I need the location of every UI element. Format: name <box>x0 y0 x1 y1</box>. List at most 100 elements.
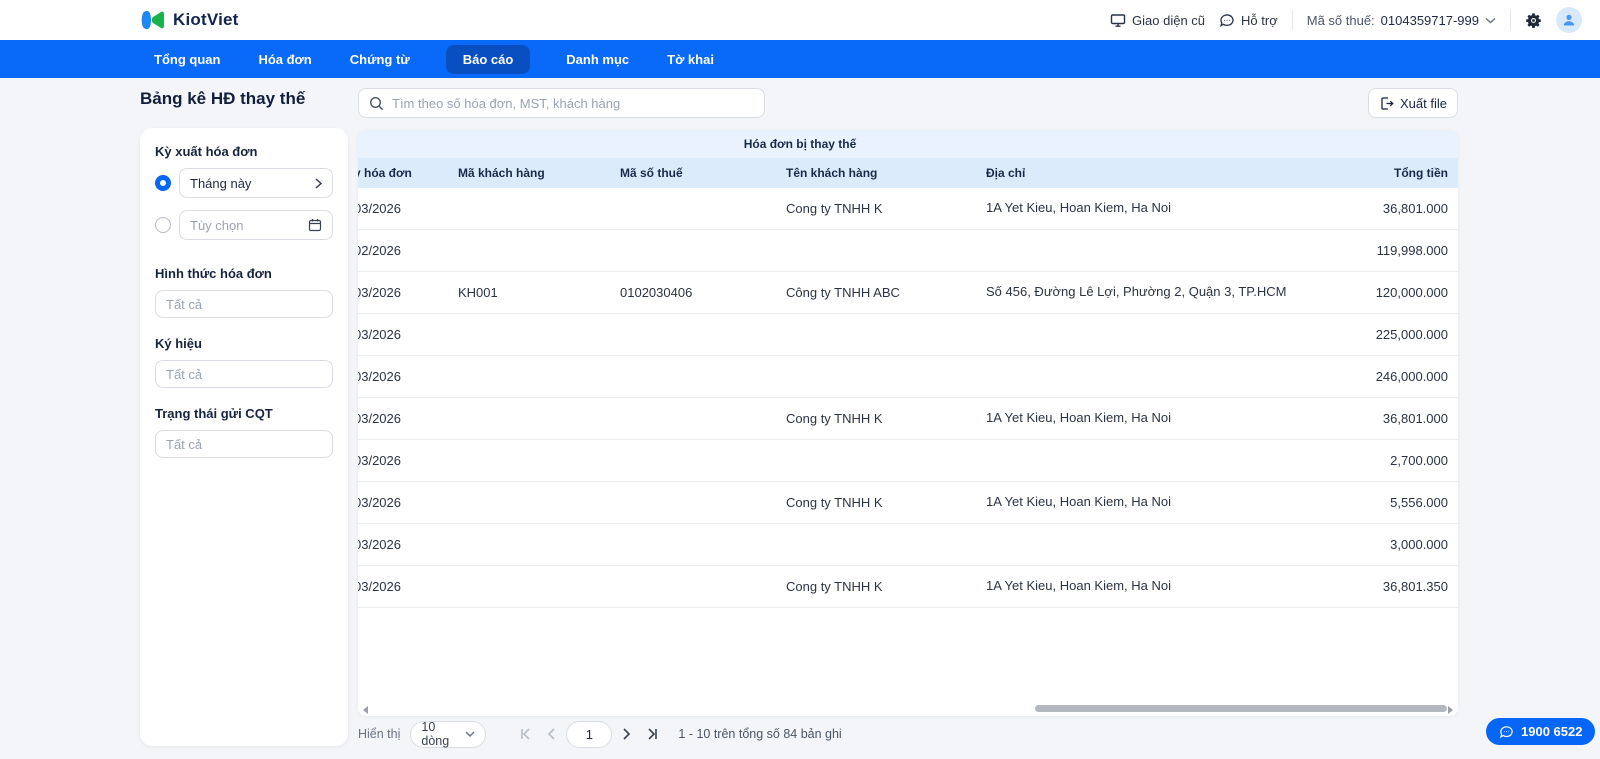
table-row[interactable]: 03/2026 Cong ty TNHH K 1A Yet Kieu, Hoan… <box>358 566 1458 608</box>
search-icon <box>369 96 384 111</box>
tab-tong-quan[interactable]: Tổng quan <box>152 45 222 74</box>
top-bar: KiotViet Giao diện cũ Hỗ trợ Mã số thuế:… <box>0 0 1600 40</box>
table-row[interactable]: 03/2026 225,000.000 <box>358 314 1458 356</box>
period-this-month-select[interactable]: Tháng này <box>179 168 333 198</box>
symbol-select[interactable]: Tất cả <box>155 360 333 388</box>
next-page-icon[interactable] <box>616 723 638 745</box>
page-number-input[interactable] <box>566 720 613 748</box>
export-icon <box>1379 96 1394 111</box>
period-custom-picker[interactable]: Tùy chọn <box>179 210 333 240</box>
table-group-header: Hóa đơn bị thay thế <box>358 130 1458 158</box>
tab-hoa-don[interactable]: Hóa đơn <box>256 45 313 74</box>
export-file-button[interactable]: Xuất file <box>1368 88 1458 118</box>
tab-chung-tu[interactable]: Chứng từ <box>348 45 412 74</box>
tab-danh-muc[interactable]: Danh mục <box>564 45 631 74</box>
settings-button[interactable] <box>1525 12 1542 29</box>
customer-name: Cong ty TNHH K <box>786 201 883 216</box>
total-amount: 119,998.000 <box>1376 243 1448 258</box>
address: Số 456, Đường Lê Lợi, Phường 2, Quận 3, … <box>986 284 1287 300</box>
cqt-status-select[interactable]: Tất cả <box>155 430 333 458</box>
brand-logo[interactable]: KiotViet <box>140 8 239 32</box>
table-row[interactable]: 03/2026 Cong ty TNHH K 1A Yet Kieu, Hoan… <box>358 398 1458 440</box>
address: 1A Yet Kieu, Hoan Kiem, Ha Noi <box>986 494 1172 510</box>
total-amount: 5,556.000 <box>1390 495 1448 510</box>
gear-icon <box>1525 12 1542 29</box>
table-row[interactable]: 03/2026 KH001 0102030406 Công ty TNHH AB… <box>358 272 1458 314</box>
table-row[interactable]: 03/2026 3,000.000 <box>358 524 1458 566</box>
scrollbar-thumb[interactable] <box>1035 705 1447 712</box>
last-page-icon[interactable] <box>642 723 664 745</box>
total-amount: 246,000.000 <box>1375 369 1448 384</box>
tax-code-value: 0104359717-999 <box>1380 12 1479 28</box>
chat-bubble-icon <box>1499 725 1514 739</box>
chat-bubble-icon <box>1219 13 1235 28</box>
symbol-filter-label: Ký hiệu <box>155 336 202 351</box>
first-page-icon[interactable] <box>514 723 536 745</box>
user-avatar[interactable] <box>1556 7 1582 33</box>
period-filter-label: Kỳ xuất hóa đơn <box>155 144 258 159</box>
hotline-number: 1900 6522 <box>1521 724 1583 739</box>
table-row[interactable]: 03/2026 Cong ty TNHH K 1A Yet Kieu, Hoan… <box>358 482 1458 524</box>
address: 1A Yet Kieu, Hoan Kiem, Ha Noi <box>986 578 1172 594</box>
chevron-right-icon <box>315 177 322 189</box>
hotline-chat-button[interactable]: 1900 6522 <box>1486 718 1596 745</box>
period-custom-radio[interactable] <box>155 217 171 233</box>
customer-name: Cong ty TNHH K <box>786 411 883 426</box>
scroll-left-arrow-icon[interactable] <box>363 706 368 714</box>
total-amount: 225,000.000 <box>1375 327 1448 342</box>
old-interface-label: Giao diện cũ <box>1132 12 1206 28</box>
tab-to-khai[interactable]: Tờ khai <box>665 45 716 74</box>
table-row[interactable]: 02/2026 119,998.000 <box>358 230 1458 272</box>
support-link[interactable]: Hỗ trợ <box>1219 13 1278 28</box>
table-row[interactable]: 03/2026 Cong ty TNHH K 1A Yet Kieu, Hoan… <box>358 188 1458 230</box>
group-header-label: Hóa đơn bị thay thế <box>743 137 857 151</box>
invoice-form-placeholder: Tất cả <box>166 296 203 312</box>
old-interface-link[interactable]: Giao diện cũ <box>1110 13 1205 28</box>
user-icon <box>1561 12 1577 28</box>
record-range-summary: 1 - 10 trên tổng số 84 bản ghi <box>678 727 842 741</box>
chevron-down-icon <box>465 731 475 737</box>
customer-name: Cong ty TNHH K <box>786 579 883 594</box>
col-header-invoice-date: y hóa đơn <box>358 166 412 180</box>
address: 1A Yet Kieu, Hoan Kiem, Ha Noi <box>986 410 1172 426</box>
invoice-date: 03/2026 <box>358 453 401 468</box>
page-size-value: 10 dòng <box>421 720 450 748</box>
table-row[interactable]: 03/2026 2,700.000 <box>358 440 1458 482</box>
scroll-right-arrow-icon[interactable] <box>1448 706 1453 714</box>
table-row[interactable]: 03/2026 246,000.000 <box>358 356 1458 398</box>
period-custom-placeholder: Tùy chọn <box>190 217 244 233</box>
col-header-customer-name: Tên khách hàng <box>786 166 878 180</box>
tax-code-selector[interactable]: Mã số thuế: 0104359717-999 <box>1307 13 1496 28</box>
table-column-headers: y hóa đơn Mã khách hàng Mã số thuế Tên k… <box>358 158 1458 188</box>
customer-name: Công ty TNHH ABC <box>786 285 900 300</box>
customer-name: Cong ty TNHH K <box>786 495 883 510</box>
col-header-total: Tổng tiền <box>1394 166 1448 180</box>
invoice-date: 03/2026 <box>358 285 401 300</box>
pagination-bar: Hiển thị 10 dòng 1 - 10 trên tổng số 84 … <box>358 720 1458 748</box>
col-header-customer-code: Mã khách hàng <box>458 166 545 180</box>
invoice-date: 03/2026 <box>358 201 401 216</box>
show-label: Hiển thị <box>358 727 401 741</box>
invoice-form-filter-label: Hình thức hóa đơn <box>155 266 272 281</box>
search-input[interactable] <box>392 95 754 111</box>
calendar-icon <box>308 218 322 232</box>
export-file-label: Xuất file <box>1400 95 1447 111</box>
invoice-date: 03/2026 <box>358 411 401 426</box>
search-box[interactable] <box>358 88 765 118</box>
invoice-form-select[interactable]: Tất cả <box>155 290 333 318</box>
col-header-tax-code: Mã số thuế <box>620 166 683 180</box>
divider <box>1510 10 1511 30</box>
col-header-address: Địa chỉ <box>986 166 1026 180</box>
tax-code-label: Mã số thuế: <box>1306 12 1375 28</box>
horizontal-scrollbar[interactable] <box>358 704 1458 714</box>
period-this-month-radio[interactable] <box>155 175 171 191</box>
address: 1A Yet Kieu, Hoan Kiem, Ha Noi <box>986 200 1172 216</box>
invoice-date: 03/2026 <box>358 327 401 342</box>
prev-page-icon[interactable] <box>540 723 562 745</box>
divider <box>1291 10 1293 30</box>
page-size-dropdown[interactable]: 10 dòng <box>410 720 487 748</box>
symbol-placeholder: Tất cả <box>166 366 203 382</box>
chevron-down-icon <box>1485 17 1496 24</box>
total-amount: 36,801.350 <box>1382 579 1448 594</box>
tab-bao-cao[interactable]: Báo cáo <box>445 44 531 74</box>
